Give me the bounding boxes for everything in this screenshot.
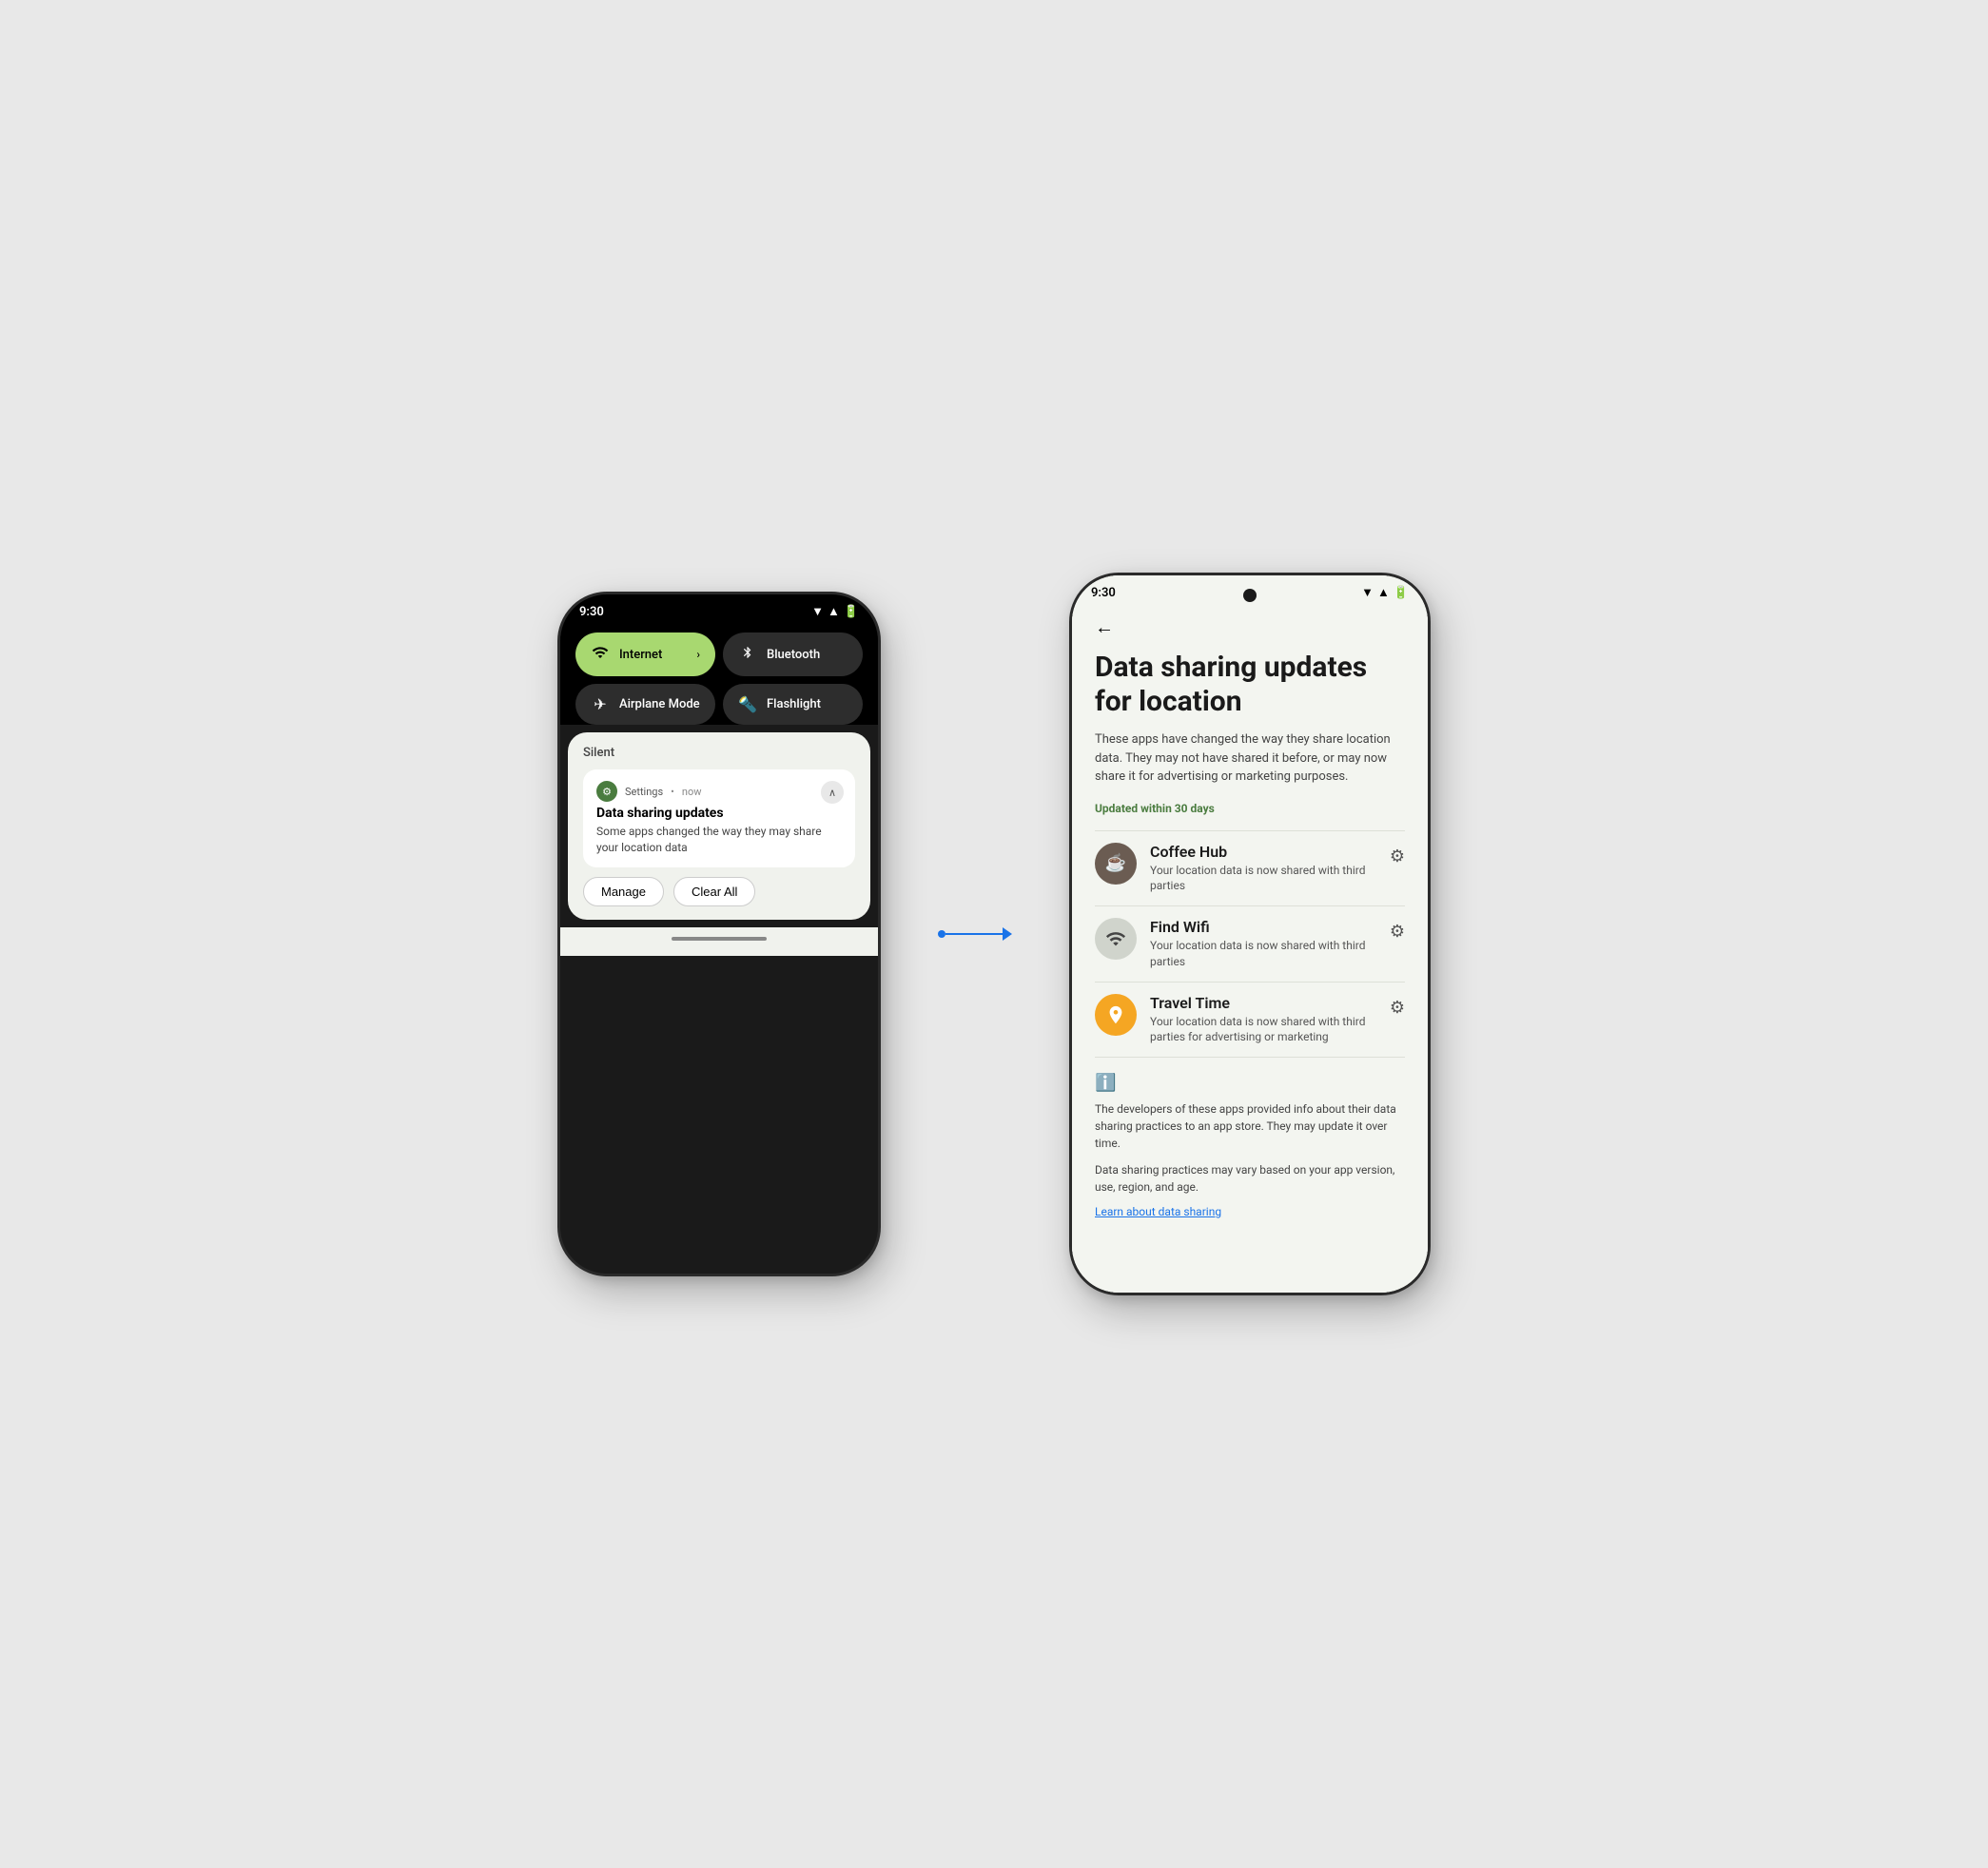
travel-time-name: Travel Time [1150, 994, 1376, 1012]
camera [1243, 589, 1257, 602]
app-item-findwifi: Find Wifi Your location data is now shar… [1095, 905, 1405, 982]
notif-header: ⚙ Settings • now [596, 781, 842, 802]
coffee-hub-desc: Your location data is now shared with th… [1150, 863, 1376, 895]
info-section: ℹ️ The developers of these apps provided… [1095, 1057, 1405, 1234]
updated-label: Updated within 30 days [1095, 802, 1405, 815]
left-phone: 9:30 ▼ ▲ 🔋 Internet › [557, 592, 881, 1276]
notif-expand-button[interactable]: ∧ [821, 781, 844, 804]
notification-card[interactable]: ⚙ Settings • now Data sharing updates So… [583, 769, 855, 867]
flashlight-label: Flashlight [767, 697, 821, 711]
find-wifi-icon [1095, 918, 1137, 960]
right-time: 9:30 [1091, 586, 1116, 600]
arrow-head [1003, 927, 1012, 941]
qs-tile-airplane[interactable]: ✈ Airplane Mode [575, 684, 715, 725]
flashlight-icon: 🔦 [738, 695, 757, 713]
internet-chevron: › [696, 648, 700, 661]
home-bar-container [560, 927, 878, 956]
notif-title: Data sharing updates [596, 806, 842, 821]
page-subtitle: These apps have changed the way they sha… [1095, 730, 1405, 787]
notification-panel: Silent ⚙ Settings • now Data sharing upd… [568, 732, 870, 920]
notif-body: Some apps changed the way they may share… [596, 824, 842, 856]
right-status-icons: ▼ ▲ 🔋 [1361, 585, 1409, 600]
screen-content: ← Data sharing updates for location Thes… [1072, 604, 1428, 1293]
battery-icon: 🔋 [844, 605, 859, 619]
notif-app-name: Settings [625, 786, 663, 798]
qs-grid: Internet › Bluetooth ✈ Airplane Mode [575, 632, 863, 725]
learn-link[interactable]: Learn about data sharing [1095, 1205, 1405, 1218]
app-item-coffee: ☕ Coffee Hub Your location data is now s… [1095, 830, 1405, 906]
wifi-status-icon: ▼ [811, 604, 824, 619]
qs-tile-bluetooth[interactable]: Bluetooth [723, 632, 863, 676]
bluetooth-icon [738, 644, 757, 665]
arrow-dot [938, 930, 945, 938]
manage-button[interactable]: Manage [583, 877, 664, 906]
left-status-icons: ▼ ▲ 🔋 [811, 604, 859, 619]
qs-tile-internet[interactable]: Internet › [575, 632, 715, 676]
airplane-label: Airplane Mode [619, 697, 700, 711]
clear-all-button[interactable]: Clear All [673, 877, 755, 906]
settings-app-icon: ⚙ [596, 781, 617, 802]
app-item-travel: Travel Time Your location data is now sh… [1095, 982, 1405, 1058]
airplane-icon: ✈ [591, 695, 610, 713]
bluetooth-label: Bluetooth [767, 648, 820, 662]
left-time: 9:30 [579, 605, 604, 619]
travel-time-settings-icon[interactable]: ⚙ [1390, 994, 1405, 1018]
find-wifi-name: Find Wifi [1150, 918, 1376, 936]
internet-label: Internet [619, 648, 662, 662]
qs-tile-flashlight[interactable]: 🔦 Flashlight [723, 684, 863, 725]
home-bar [672, 937, 767, 941]
right-screen: 9:30 ▼ ▲ 🔋 ← Data sharing updates for lo… [1072, 575, 1428, 1293]
travel-time-desc: Your location data is now shared with th… [1150, 1014, 1376, 1046]
signal-icon: ▲ [828, 604, 840, 619]
find-wifi-settings-icon[interactable]: ⚙ [1390, 918, 1405, 942]
internet-icon [591, 644, 610, 665]
scene: 9:30 ▼ ▲ 🔋 Internet › [557, 573, 1431, 1295]
travel-time-icon [1095, 994, 1137, 1036]
back-button[interactable]: ← [1095, 604, 1405, 651]
transition-arrow [938, 927, 1012, 941]
travel-time-info: Travel Time Your location data is now sh… [1150, 994, 1376, 1046]
info-icon: ℹ️ [1095, 1073, 1405, 1093]
right-phone: 9:30 ▼ ▲ 🔋 ← Data sharing updates for lo… [1069, 573, 1431, 1295]
notif-dot: • [671, 786, 674, 798]
silent-label: Silent [583, 746, 855, 760]
quick-settings: Internet › Bluetooth ✈ Airplane Mode [560, 625, 878, 725]
coffee-hub-icon: ☕ [1095, 843, 1137, 885]
left-status-bar: 9:30 ▼ ▲ 🔋 [560, 594, 878, 625]
right-battery-icon: 🔋 [1394, 586, 1409, 600]
coffee-hub-settings-icon[interactable]: ⚙ [1390, 843, 1405, 866]
info-text-1: The developers of these apps provided in… [1095, 1100, 1405, 1152]
notif-actions: Manage Clear All [583, 877, 855, 906]
arrow-line [945, 933, 1003, 935]
find-wifi-desc: Your location data is now shared with th… [1150, 938, 1376, 970]
coffee-hub-name: Coffee Hub [1150, 843, 1376, 861]
right-signal-icon: ▲ [1377, 585, 1390, 600]
page-title: Data sharing updates for location [1095, 651, 1405, 719]
right-wifi-icon: ▼ [1361, 585, 1374, 600]
find-wifi-info: Find Wifi Your location data is now shar… [1150, 918, 1376, 970]
info-text-2: Data sharing practices may vary based on… [1095, 1161, 1405, 1196]
coffee-hub-info: Coffee Hub Your location data is now sha… [1150, 843, 1376, 895]
notif-time: now [682, 786, 702, 798]
